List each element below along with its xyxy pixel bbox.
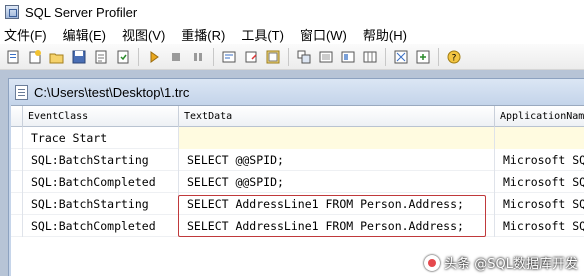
menu-replay[interactable]: 重播(R) <box>181 25 225 44</box>
cell-applicationname: Microsoft SQ <box>503 153 584 167</box>
toutiao-logo-icon <box>424 254 441 271</box>
column-header-applicationname[interactable]: ApplicationNam <box>495 106 584 127</box>
toolbar-separator <box>438 47 439 66</box>
settings-icon[interactable] <box>413 47 433 67</box>
new-trace-icon[interactable] <box>3 47 23 67</box>
menu-edit[interactable]: 编辑(E) <box>63 25 106 44</box>
trace-window: C:\Users\test\Desktop\1.trc EventClass T… <box>8 78 584 276</box>
row-selector[interactable] <box>11 149 23 171</box>
table-row[interactable]: Trace Start <box>11 127 584 149</box>
cell-textdata: SELECT AddressLine1 FROM Person.Address; <box>179 215 495 237</box>
new-template-icon[interactable] <box>25 47 45 67</box>
expand-icon[interactable] <box>316 47 336 67</box>
menu-help[interactable]: 帮助(H) <box>363 25 407 44</box>
row-selector[interactable] <box>11 215 23 237</box>
watermark-text: 头条 @SQL数据库开发 <box>444 257 578 272</box>
toolbar-separator <box>213 47 214 66</box>
column-header-eventclass[interactable]: EventClass <box>23 106 179 127</box>
cell-applicationname <box>495 127 584 149</box>
cell-applicationname: Microsoft SQ <box>503 197 584 211</box>
table-row[interactable]: SQL:BatchCompleted SELECT AddressLine1 F… <box>11 215 584 237</box>
row-selector[interactable] <box>11 193 23 215</box>
toolbar-separator <box>385 47 386 66</box>
run-icon[interactable] <box>144 47 164 67</box>
row-selector[interactable] <box>11 127 23 149</box>
watermark: 头条 @SQL数据库开发 <box>424 253 578 272</box>
trace-grid: EventClass TextData ApplicationNam Trace… <box>11 105 584 276</box>
profiler-app-icon <box>5 5 19 19</box>
trace-window-titlebar[interactable]: C:\Users\test\Desktop\1.trc <box>9 79 584 105</box>
app-title: SQL Server Profiler <box>25 4 138 20</box>
trace-window-title: C:\Users\test\Desktop\1.trc <box>34 84 190 100</box>
table-row[interactable]: SQL:BatchStarting SELECT @@SPID; Microso… <box>11 149 584 171</box>
help-icon[interactable]: ? <box>444 47 464 67</box>
columns-icon[interactable] <box>360 47 380 67</box>
cell-eventclass: SQL:BatchStarting <box>23 149 179 171</box>
menu-view[interactable]: 视图(V) <box>122 25 165 44</box>
row-selector-header <box>11 106 23 127</box>
cell-eventclass: SQL:BatchCompleted <box>23 215 179 237</box>
cell-eventclass: Trace Start <box>23 127 179 149</box>
grid-header: EventClass TextData ApplicationNam <box>11 106 584 127</box>
collapse-icon[interactable] <box>294 47 314 67</box>
cell-textdata: SELECT @@SPID; <box>179 149 495 171</box>
toolbar-separator <box>288 47 289 66</box>
menu-file[interactable]: 文件(F) <box>4 25 47 44</box>
cell-eventclass: SQL:BatchCompleted <box>23 171 179 193</box>
title-bar: SQL Server Profiler <box>0 0 584 24</box>
svg-text:?: ? <box>452 53 457 63</box>
cell-applicationname: Microsoft SQ <box>503 219 584 233</box>
save-icon[interactable] <box>69 47 89 67</box>
cell-textdata: SELECT AddressLine1 FROM Person.Address; <box>179 193 495 215</box>
auto-scroll-icon[interactable] <box>391 47 411 67</box>
menu-bar: 文件(F) 编辑(E) 视图(V) 重播(R) 工具(T) 窗口(W) 帮助(H… <box>0 24 584 44</box>
template-props-icon[interactable] <box>113 47 133 67</box>
cell-eventclass: SQL:BatchStarting <box>23 193 179 215</box>
menu-window[interactable]: 窗口(W) <box>300 25 347 44</box>
mdi-workspace: C:\Users\test\Desktop\1.trc EventClass T… <box>0 70 584 276</box>
trace-file-icon <box>15 84 28 100</box>
toolbar: ? <box>0 44 584 70</box>
toolbar-separator <box>138 47 139 66</box>
extract-icon[interactable] <box>263 47 283 67</box>
table-row[interactable]: SQL:BatchStarting SELECT AddressLine1 FR… <box>11 193 584 215</box>
clear-icon[interactable] <box>241 47 261 67</box>
properties-icon[interactable] <box>91 47 111 67</box>
group-icon[interactable] <box>338 47 358 67</box>
pause-icon[interactable] <box>188 47 208 67</box>
table-row[interactable]: SQL:BatchCompleted SELECT @@SPID; Micros… <box>11 171 584 193</box>
cell-textdata: SELECT @@SPID; <box>179 171 495 193</box>
cell-applicationname: Microsoft SQ <box>503 175 584 189</box>
open-icon[interactable] <box>47 47 67 67</box>
column-header-textdata[interactable]: TextData <box>179 106 495 127</box>
menu-tools[interactable]: 工具(T) <box>241 25 284 44</box>
row-selector[interactable] <box>11 171 23 193</box>
find-icon[interactable] <box>219 47 239 67</box>
stop-icon[interactable] <box>166 47 186 67</box>
cell-textdata <box>179 127 495 149</box>
